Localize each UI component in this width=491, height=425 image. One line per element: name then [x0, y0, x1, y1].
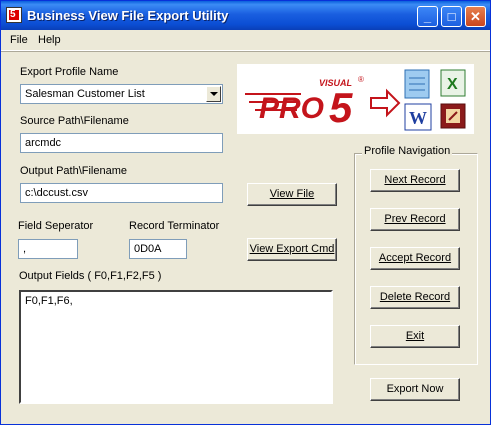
logo-graphic: VISUAL PRO 5 ® X W	[237, 64, 474, 134]
accept-record-button[interactable]: Accept Record	[370, 247, 460, 270]
notepad-icon	[405, 70, 429, 98]
record-terminator-input[interactable]: 0D0A	[129, 239, 187, 259]
logo-registered-text: ®	[358, 75, 364, 84]
export-profile-select[interactable]: Salesman Customer List	[20, 84, 223, 104]
source-path-input[interactable]: arcmdc	[20, 133, 223, 153]
window-title: Business View File Export Utility	[27, 8, 228, 23]
access-icon	[441, 104, 465, 128]
menu-file[interactable]: File	[10, 34, 28, 46]
svg-text:X: X	[447, 76, 458, 93]
minimize-icon: _	[424, 9, 431, 24]
source-path-label: Source Path\Filename	[20, 115, 129, 127]
view-export-cmd-button[interactable]: View Export Cmd	[247, 238, 337, 261]
close-icon: ✕	[470, 9, 481, 24]
visual-pro5-logo: VISUAL PRO 5 ® X W	[237, 64, 474, 134]
word-icon: W	[405, 104, 431, 130]
menu-help[interactable]: Help	[38, 34, 61, 46]
output-fields-textarea[interactable]: F0,F1,F6,	[19, 290, 333, 404]
chevron-down-icon[interactable]	[206, 86, 221, 102]
svg-text:W: W	[409, 108, 427, 128]
export-profile-value: Salesman Customer List	[25, 88, 145, 100]
next-record-button[interactable]: Next Record	[370, 169, 460, 192]
view-file-button[interactable]: View File	[247, 183, 337, 206]
output-fields-label: Output Fields ( F0,F1,F2,F5 )	[19, 270, 161, 282]
export-now-button[interactable]: Export Now	[370, 378, 460, 401]
logo-pro-text: PRO	[259, 92, 324, 125]
field-separator-input[interactable]: ,	[18, 239, 78, 259]
delete-record-button[interactable]: Delete Record	[370, 286, 460, 309]
output-path-input[interactable]: c:\dccust.csv	[20, 183, 223, 203]
minimize-button[interactable]: _	[417, 6, 438, 27]
maximize-icon: □	[448, 9, 456, 24]
prev-record-button[interactable]: Prev Record	[370, 208, 460, 231]
output-path-label: Output Path\Filename	[20, 165, 127, 177]
arrow-right-icon	[371, 91, 399, 115]
logo-five-text: 5	[329, 84, 353, 131]
maximize-button[interactable]: □	[441, 6, 462, 27]
export-profile-label: Export Profile Name	[20, 66, 118, 78]
main-window: 5 Business View File Export Utility _ □ …	[0, 0, 491, 425]
close-button[interactable]: ✕	[465, 6, 486, 27]
excel-icon: X	[441, 70, 465, 96]
app-icon[interactable]: 5	[6, 7, 22, 23]
menu-bar: File Help	[1, 30, 490, 51]
exit-button[interactable]: Exit	[370, 325, 460, 348]
profile-navigation-title: Profile Navigation	[362, 145, 452, 157]
record-terminator-label: Record Terminator	[129, 220, 219, 232]
title-bar[interactable]: 5 Business View File Export Utility _ □ …	[1, 1, 490, 30]
field-separator-label: Field Seperator	[18, 220, 93, 232]
